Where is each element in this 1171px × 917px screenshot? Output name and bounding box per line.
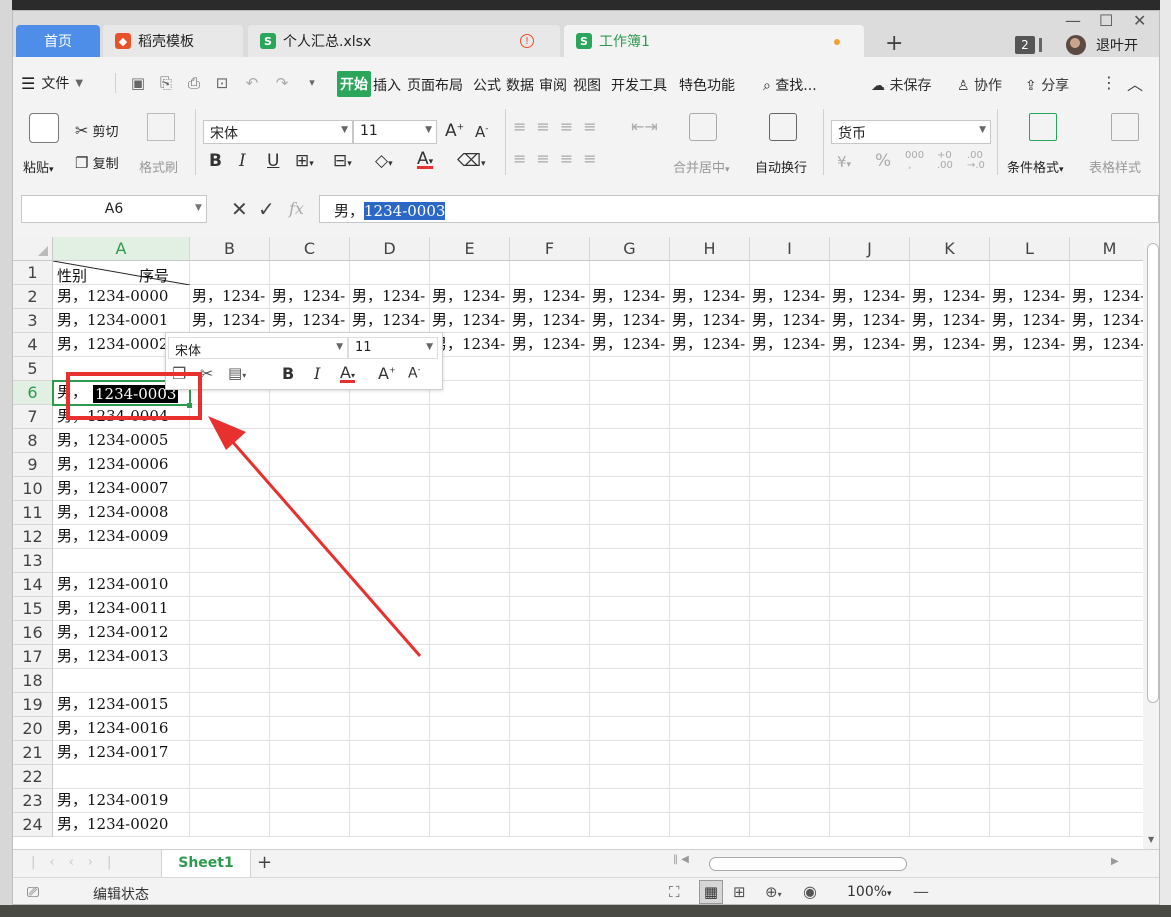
annotation-arrow	[208, 416, 422, 657]
